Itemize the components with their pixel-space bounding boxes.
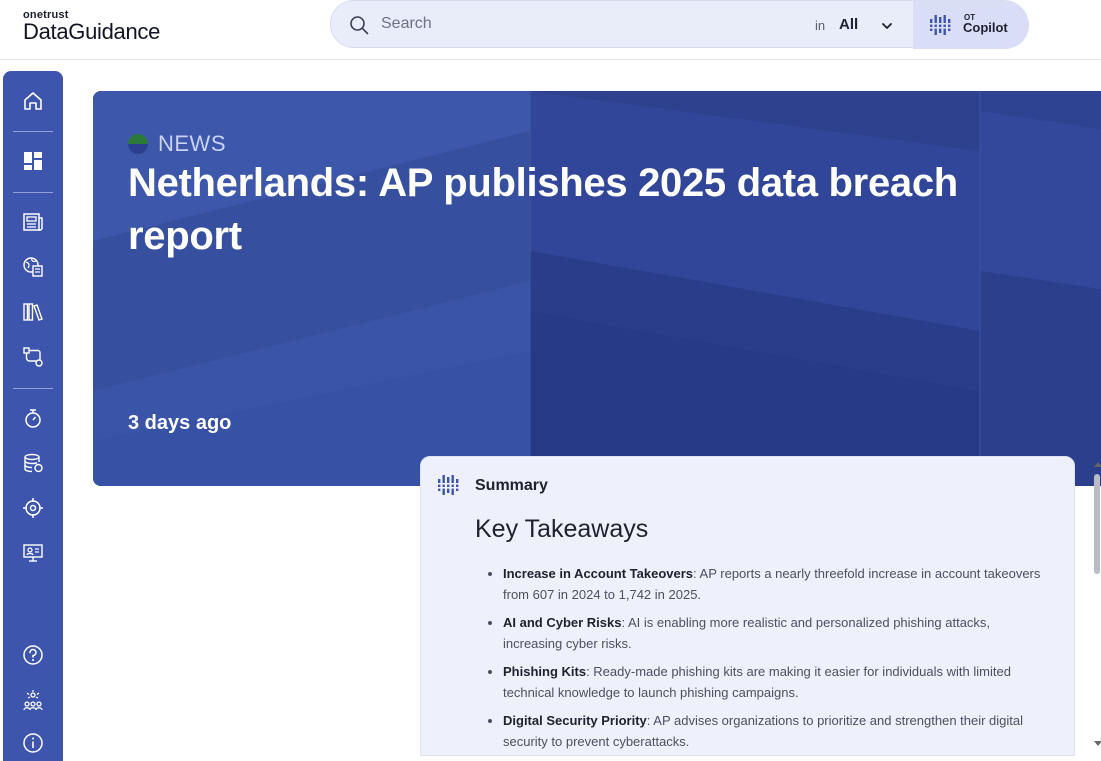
takeaway-term: Phishing Kits (503, 664, 587, 679)
help-icon (23, 645, 43, 665)
sidebar-item-tracker[interactable] (15, 490, 51, 526)
list-item: Increase in Account Takeovers: AP report… (503, 563, 1043, 605)
logo-big-text: DataGuidance (23, 19, 161, 44)
scroll-up-arrow-icon[interactable] (1094, 462, 1101, 467)
page-scrollbar[interactable] (1091, 462, 1101, 747)
info-icon (23, 733, 43, 753)
sidebar-item-workflows[interactable] (15, 339, 51, 375)
onetrust-dataguidance-logo[interactable]: onetrust DataGuidance (23, 9, 160, 43)
globe-document-icon (23, 257, 43, 277)
search-input[interactable] (381, 11, 801, 37)
sidebar-item-help[interactable] (15, 637, 51, 673)
community-icon (23, 690, 43, 711)
sidebar-item-training[interactable] (15, 535, 51, 571)
sidebar-divider (13, 131, 53, 132)
search-scope-value: All (839, 16, 859, 33)
sidebar-divider (13, 192, 53, 193)
news-tag: NEWS (128, 131, 226, 157)
sidebar-item-news[interactable] (15, 204, 51, 240)
sidebar-item-home[interactable] (15, 83, 51, 119)
article-date: 3 days ago (128, 412, 232, 434)
sidebar-item-jurisdictions[interactable] (15, 249, 51, 285)
copilot-label: Copilot (963, 20, 1008, 35)
copilot-logo-icon (929, 15, 951, 35)
sidebar-item-data[interactable] (15, 445, 51, 481)
chevron-down-icon (882, 23, 892, 29)
search-icon (350, 16, 369, 35)
sidebar-divider (13, 388, 53, 389)
search-scope-select[interactable]: All (839, 15, 909, 37)
list-item: Phishing Kits: Ready-made phishing kits … (503, 661, 1043, 703)
sidebar (3, 71, 63, 761)
database-icon (24, 453, 43, 473)
copilot-button[interactable]: OT Copilot (913, 1, 1029, 49)
takeaway-term: Digital Security Priority (503, 713, 647, 728)
books-icon (23, 303, 43, 321)
summary-heading: Summary (475, 477, 548, 494)
article-hero: NEWS Netherlands: AP publishes 2025 data… (93, 91, 1101, 486)
scroll-down-arrow-icon[interactable] (1094, 741, 1101, 746)
copilot-logo-icon (437, 475, 459, 495)
article-title: Netherlands: AP publishes 2025 data brea… (128, 161, 958, 258)
search-bar: in All OT Copilot (330, 0, 1029, 49)
key-takeaways-list: Increase in Account Takeovers: AP report… (503, 563, 1043, 759)
sidebar-item-community[interactable] (15, 682, 51, 718)
route-icon (23, 347, 43, 367)
home-icon (24, 92, 42, 110)
sidebar-item-dashboard[interactable] (15, 143, 51, 179)
stopwatch-icon (25, 409, 41, 428)
list-item: AI and Cyber Risks: AI is enabling more … (503, 612, 1043, 654)
news-dot-icon (128, 134, 148, 154)
search-scope-in-label: in (815, 18, 826, 33)
target-icon (23, 498, 43, 518)
hero-background-pattern (93, 91, 1101, 486)
scrollbar-thumb[interactable] (1094, 474, 1100, 574)
news-tag-label: NEWS (158, 131, 226, 156)
sidebar-item-info[interactable] (15, 725, 51, 761)
takeaway-term: AI and Cyber Risks (503, 615, 622, 630)
dashboard-icon (24, 152, 42, 170)
presentation-icon (23, 544, 43, 562)
key-takeaways-title: Key Takeaways (475, 515, 649, 543)
sidebar-item-library[interactable] (15, 294, 51, 330)
list-item: Digital Security Priority: AP advises or… (503, 710, 1043, 752)
summary-panel: Summary Key Takeaways Increase in Accoun… (420, 456, 1075, 756)
sidebar-item-timer[interactable] (15, 400, 51, 436)
top-bar: onetrust DataGuidance in All (0, 0, 1101, 60)
takeaway-term: Increase in Account Takeovers (503, 566, 694, 581)
newspaper-icon (23, 213, 43, 231)
